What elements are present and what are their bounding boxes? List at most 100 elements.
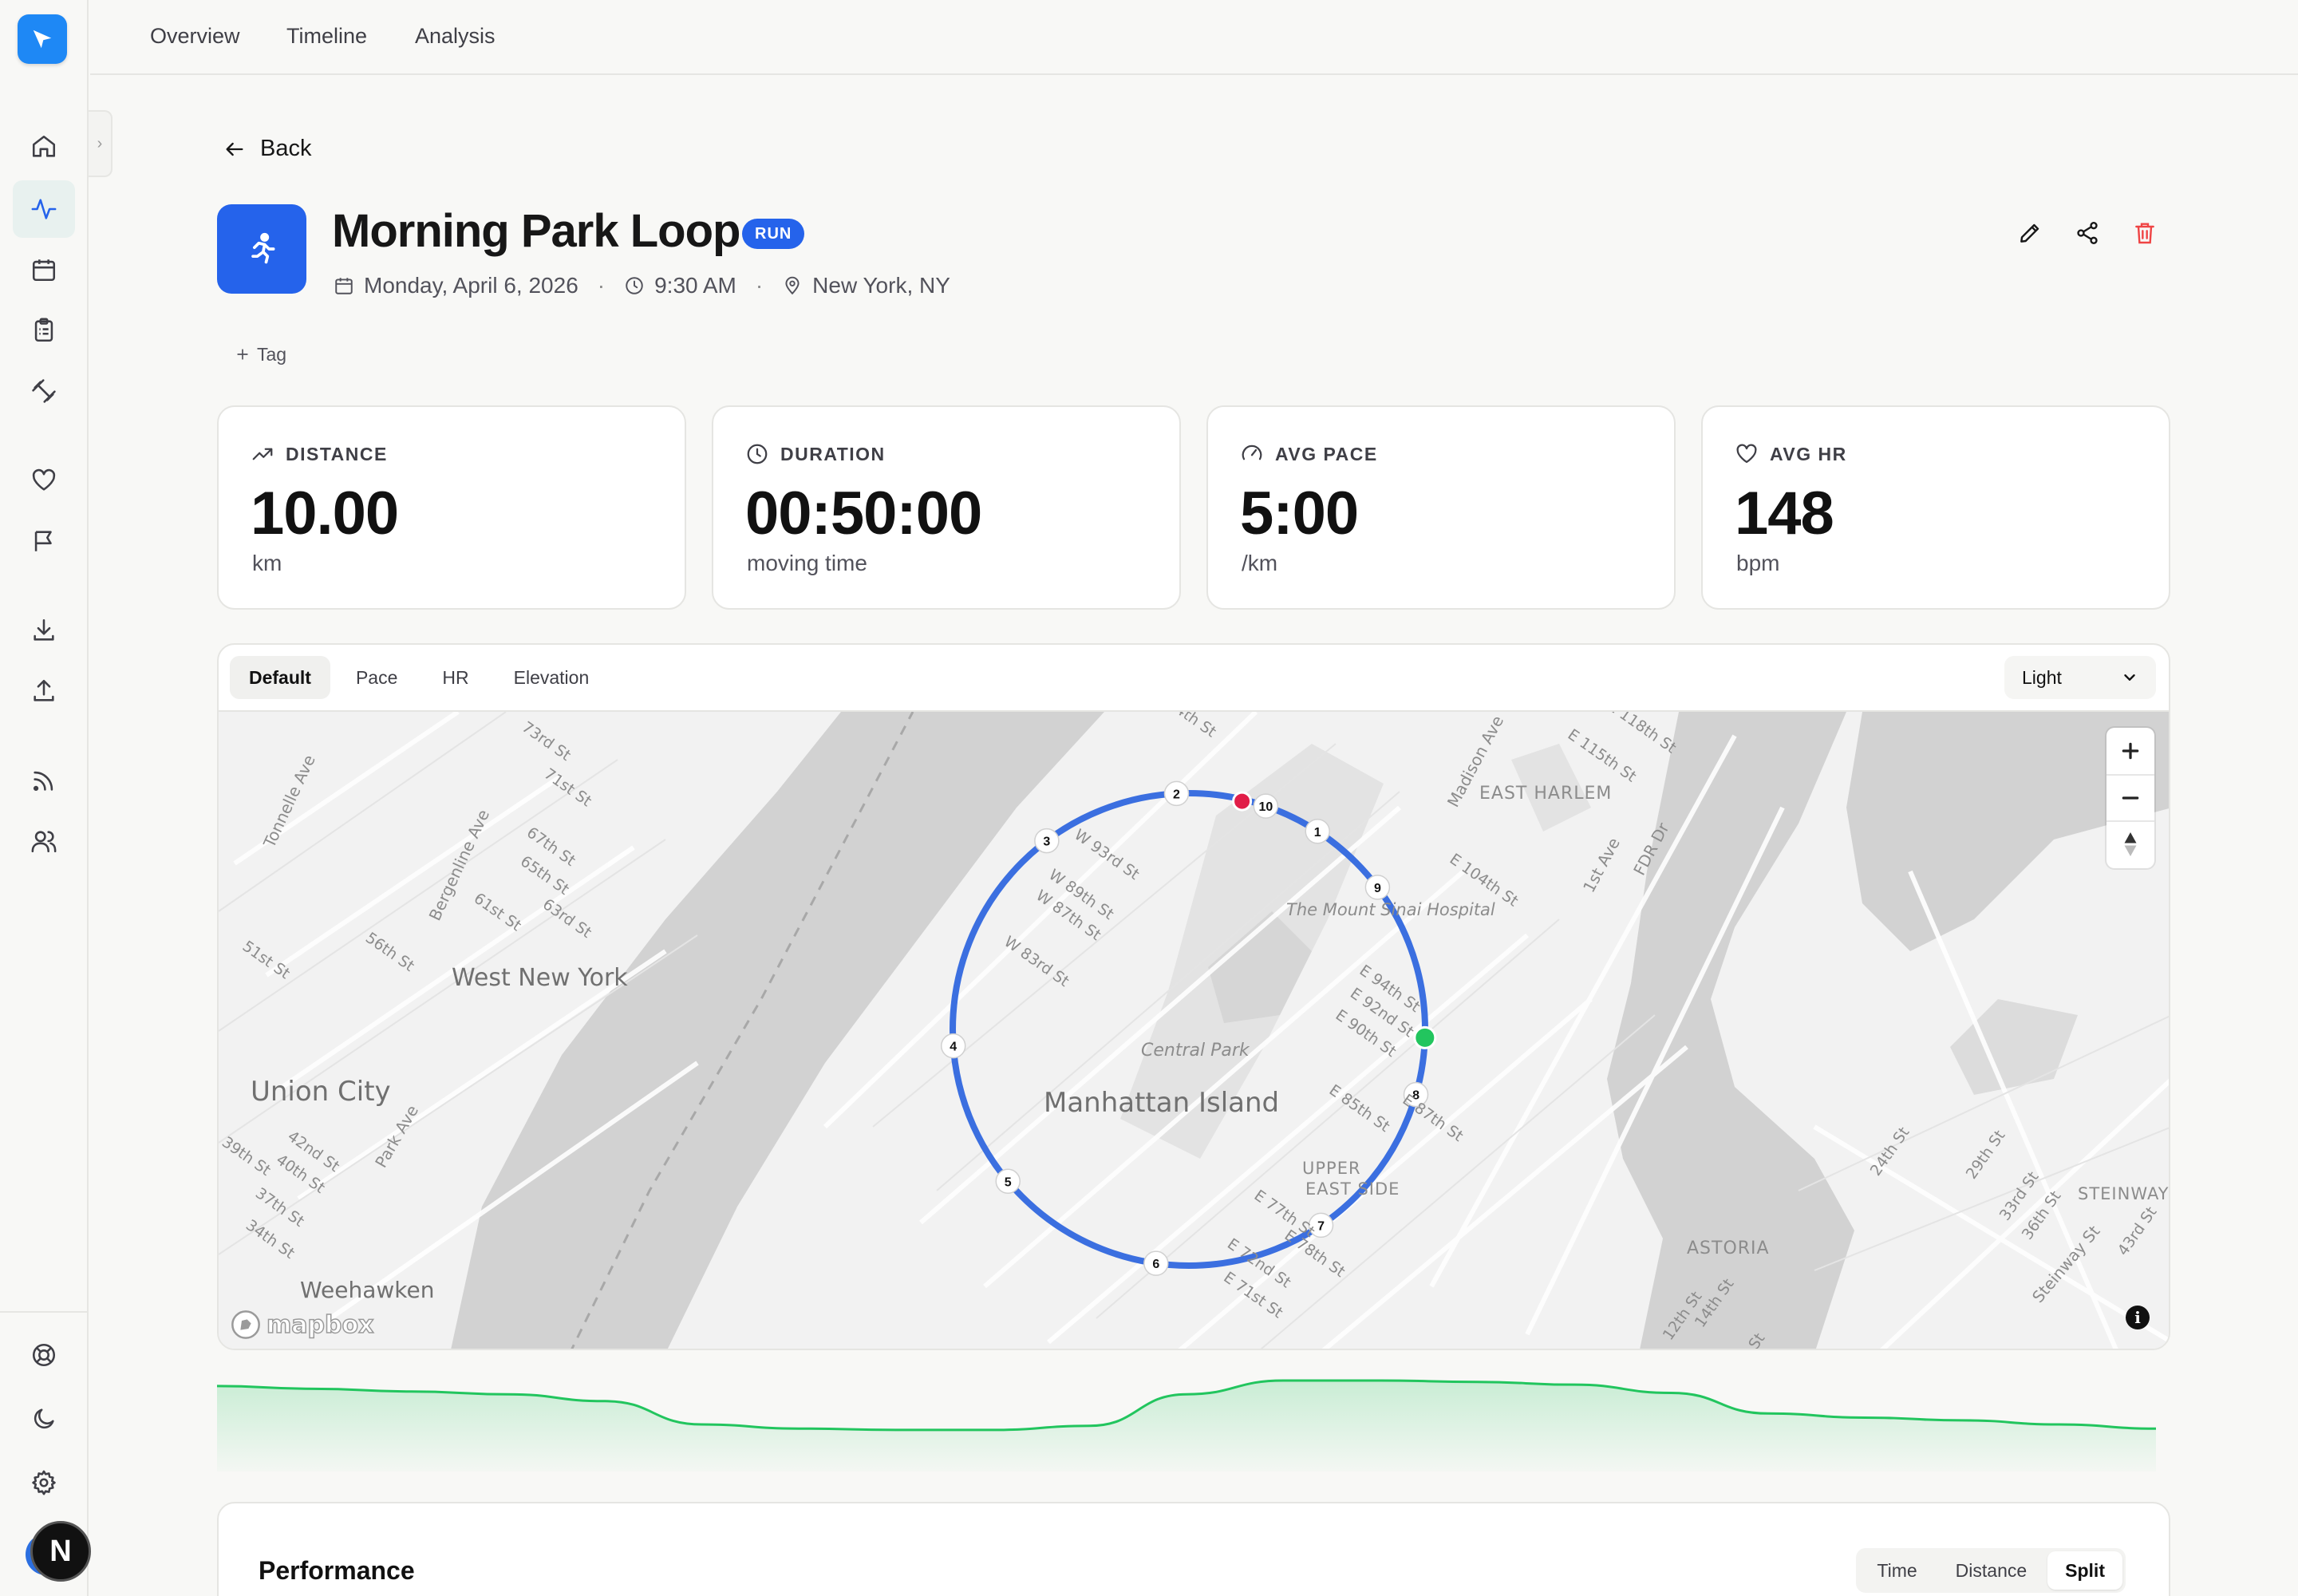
running-icon xyxy=(251,232,275,264)
chevron-down-icon xyxy=(2124,674,2135,681)
duration-value: 00:50:00 xyxy=(745,480,982,547)
sidebar-item-export[interactable] xyxy=(13,662,75,720)
performance-segmented-control: Time Distance Split xyxy=(1856,1548,2126,1593)
lifebuoy-icon xyxy=(32,1343,56,1367)
map-tab-pace[interactable]: Pace xyxy=(337,656,417,699)
route-start-marker xyxy=(1413,1025,1437,1049)
map-label-central-park: Central Park xyxy=(1141,1041,1250,1061)
edit-button[interactable] xyxy=(2011,214,2049,252)
heart-icon xyxy=(1736,444,1757,464)
segment-distance[interactable]: Distance xyxy=(1938,1551,2044,1590)
sidebar: N xyxy=(0,0,91,1596)
delete-button[interactable] xyxy=(2126,214,2164,252)
app-logo[interactable] xyxy=(18,14,67,64)
map-basemap: 12345678910 xyxy=(219,712,2169,1349)
reset-north-button[interactable] xyxy=(2106,820,2154,867)
map-label-east-harlem: EAST HARLEM xyxy=(1479,784,1613,804)
calendar-icon xyxy=(335,278,353,294)
map-label-steinway: STEINWAY xyxy=(2078,1184,2170,1203)
sidebar-item-gear[interactable] xyxy=(13,362,75,420)
download-icon xyxy=(34,618,54,641)
sidebar-item-import[interactable] xyxy=(13,602,75,659)
compass-icon xyxy=(2124,832,2137,856)
distance-value: 10.00 xyxy=(251,480,399,547)
share-button[interactable] xyxy=(2068,214,2106,252)
map-tab-elevation[interactable]: Elevation xyxy=(495,656,609,699)
km-marker-label: 6 xyxy=(1152,1258,1159,1271)
distance-label: DISTANCE xyxy=(286,443,388,464)
sidebar-item-help[interactable] xyxy=(13,1326,75,1384)
sidebar-item-calendar[interactable] xyxy=(13,241,75,298)
sidebar-item-plans[interactable] xyxy=(13,302,75,359)
segment-time[interactable]: Time xyxy=(1859,1551,1934,1590)
map-canvas[interactable]: 1 2 3 4 5 6 7 8 9 10 West New York Union City Wee… xyxy=(219,710,2170,1349)
stat-label: AVG HR xyxy=(1735,442,1847,466)
activity-meta: Monday, April 6, 2026 · 9:30 AM · New Yo… xyxy=(334,273,950,298)
user-avatar[interactable]: N xyxy=(26,1521,93,1588)
heart-icon xyxy=(32,468,56,491)
map-tab-default[interactable]: Default xyxy=(230,656,330,699)
tab-analysis[interactable]: Analysis xyxy=(415,24,496,49)
km-marker-label: 2 xyxy=(1173,788,1180,801)
calendar-icon xyxy=(32,259,56,282)
performance-card: Performance Time Distance Split xyxy=(217,1502,2170,1596)
tab-timeline[interactable]: Timeline xyxy=(286,24,367,49)
minus-icon xyxy=(2122,796,2139,800)
users-icon xyxy=(31,831,57,853)
upload-icon xyxy=(34,679,54,701)
sidebar-divider xyxy=(0,1311,89,1313)
map-label-east-side: EAST SIDE xyxy=(1305,1179,1400,1199)
gauge-icon xyxy=(1242,444,1262,460)
mapbox-attribution[interactable]: mapbox xyxy=(230,1309,374,1341)
route-finish-marker xyxy=(1232,791,1253,812)
activity-type-badge: RUN xyxy=(742,219,805,249)
stat-card-pace: AVG PACE 5:00 /km xyxy=(1206,405,1676,610)
tab-overview[interactable]: Overview xyxy=(150,24,240,49)
elevation-profile[interactable] xyxy=(217,1373,2164,1472)
meta-separator: · xyxy=(597,273,606,298)
zoom-out-button[interactable] xyxy=(2106,774,2154,820)
mapbox-wordmark: mapbox xyxy=(266,1310,374,1340)
map-label-mount-sinai: The Mount Sinai Hospital xyxy=(1286,900,1495,919)
map-tab-hr[interactable]: HR xyxy=(423,656,488,699)
rss-icon xyxy=(33,771,53,792)
map-style-select[interactable]: Light xyxy=(2004,656,2156,699)
sidebar-item-goals[interactable] xyxy=(13,512,75,570)
performance-title: Performance xyxy=(259,1556,415,1585)
moon-icon xyxy=(34,1408,54,1429)
sidebar-item-home[interactable] xyxy=(13,118,75,176)
map-label-manhattan: Manhattan Island xyxy=(1044,1087,1280,1119)
sidebar-item-feed[interactable] xyxy=(13,752,75,809)
sidebar-item-settings[interactable] xyxy=(13,1454,75,1511)
clock-icon xyxy=(747,444,768,464)
sidebar-item-theme[interactable] xyxy=(13,1390,75,1448)
sidebar-collapse-toggle[interactable]: › xyxy=(89,110,113,177)
map-style-value: Light xyxy=(2022,666,2062,688)
top-navigation: Overview Timeline Analysis xyxy=(90,0,2298,75)
sidebar-item-health[interactable] xyxy=(13,452,75,509)
km-marker-label: 1 xyxy=(1314,826,1321,839)
sidebar-item-activities[interactable] xyxy=(13,180,75,238)
hr-label: AVG HR xyxy=(1770,443,1847,464)
info-icon[interactable]: i xyxy=(2126,1306,2150,1329)
home-icon xyxy=(32,135,56,157)
plus-icon xyxy=(2122,742,2139,760)
stat-label: DURATION xyxy=(745,442,886,466)
segment-split[interactable]: Split xyxy=(2047,1551,2122,1590)
map-label-weehawken: Weehawken xyxy=(300,1277,435,1303)
km-marker-label: 4 xyxy=(950,1041,957,1054)
flag-icon xyxy=(34,531,52,551)
activity-date: Monday, April 6, 2026 xyxy=(334,273,578,298)
hr-unit: bpm xyxy=(1736,551,1780,575)
back-button[interactable]: Back xyxy=(223,136,311,162)
pencil-icon xyxy=(2020,223,2039,243)
add-tag-button[interactable]: Tag xyxy=(223,338,298,370)
sidebar-item-friends[interactable] xyxy=(13,812,75,870)
pace-unit: /km xyxy=(1242,551,1278,575)
zoom-in-button[interactable] xyxy=(2106,728,2154,774)
gear-icon xyxy=(32,1470,56,1495)
pace-value: 5:00 xyxy=(1240,480,1359,547)
mapbox-logo-icon xyxy=(231,1310,260,1339)
chevron-right-icon: › xyxy=(97,134,103,152)
map-label-union-city: Union City xyxy=(251,1076,391,1108)
